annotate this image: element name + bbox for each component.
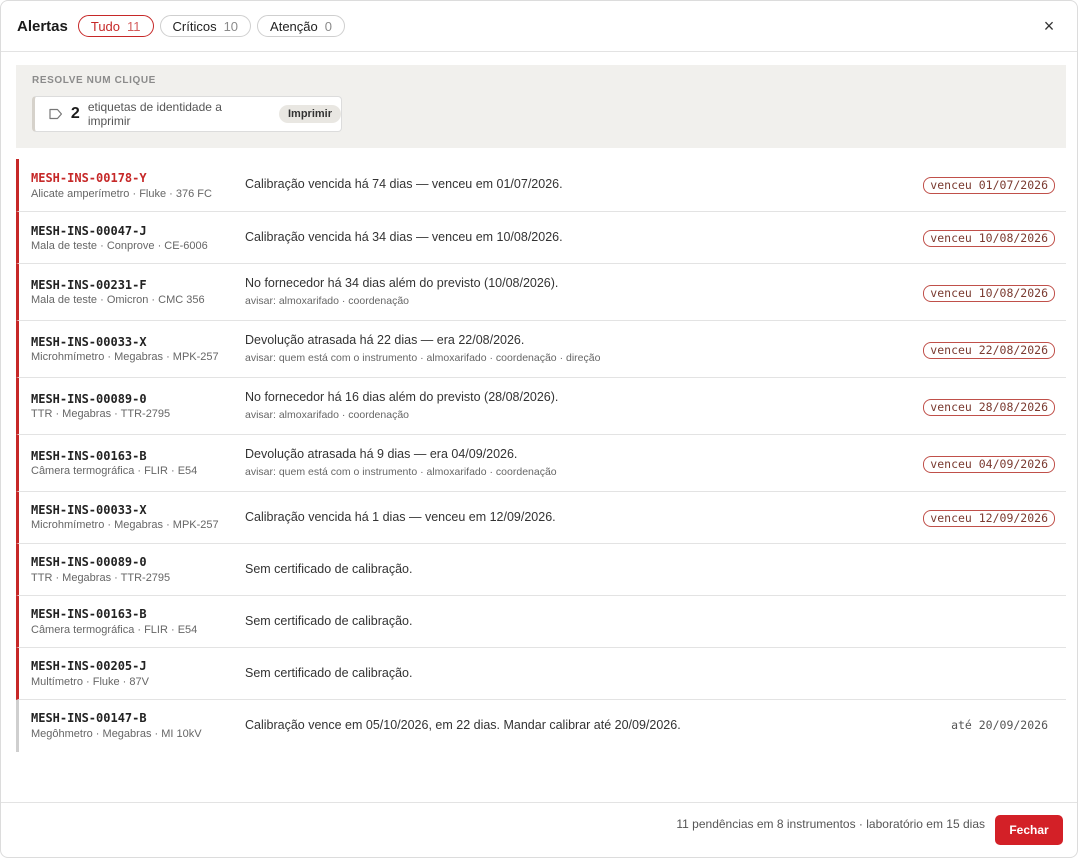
alert-row[interactable]: MESH-INS-00089-0 TTR · Megabras · TTR-27…: [16, 544, 1066, 596]
alerts-list: MESH-INS-00178-Y Alicate amperímetro · F…: [16, 159, 1066, 752]
alert-row[interactable]: MESH-INS-00163-B Câmera termográfica · F…: [16, 596, 1066, 648]
tag-icon: [49, 108, 63, 120]
alert-message: Devolução atrasada há 22 dias — era 22/0…: [245, 333, 525, 347]
alert-message: No fornecedor há 34 dias além do previst…: [245, 276, 559, 290]
instrument-details: Multímetro · Fluke · 87V: [31, 676, 149, 688]
notify-note: avisar: quem está com o instrumento · al…: [245, 352, 601, 364]
tab-criticos[interactable]: Críticos 10: [159, 15, 252, 37]
instrument-details: Alicate amperímetro · Fluke · 376 FC: [31, 188, 212, 200]
alert-message: Calibração vencida há 74 dias — venceu e…: [245, 177, 563, 191]
due-badge: venceu 10/08/2026: [923, 285, 1055, 302]
dialog-title: Alertas: [17, 17, 68, 35]
instrument-code[interactable]: MESH-INS-00163-B: [31, 607, 147, 621]
alert-row[interactable]: MESH-INS-00205-J Multímetro · Fluke · 87…: [16, 648, 1066, 700]
quick-actions-panel: RESOLVE NUM CLIQUE 2 etiquetas de identi…: [16, 65, 1066, 148]
labels-count: 2: [70, 105, 80, 122]
alert-row[interactable]: MESH-INS-00231-F Mala de teste · Omicron…: [16, 264, 1066, 321]
alert-message: Calibração vencida há 1 dias — venceu em…: [245, 510, 556, 524]
instrument-code[interactable]: MESH-INS-00033-X: [31, 335, 147, 349]
tab-tudo[interactable]: Tudo 11: [77, 15, 154, 37]
instrument-code[interactable]: MESH-INS-00178-Y: [31, 171, 147, 185]
tab-count: 0: [324, 18, 332, 34]
due-badge: venceu 04/09/2026: [923, 456, 1055, 473]
alert-message: Sem certificado de calibração.: [245, 666, 413, 680]
alert-row[interactable]: MESH-INS-00163-B Câmera termográfica · F…: [16, 435, 1066, 492]
tab-label: Críticos: [172, 18, 217, 34]
print-button[interactable]: Imprimir: [278, 105, 341, 123]
instrument-details: TTR · Megabras · TTR-2795: [31, 408, 171, 420]
print-labels-card: 2 etiquetas de identidade a imprimir Imp…: [32, 96, 342, 132]
instrument-details: TTR · Megabras · TTR-2795: [31, 572, 171, 584]
due-badge: venceu 28/08/2026: [923, 399, 1055, 416]
instrument-code[interactable]: MESH-INS-00231-F: [31, 278, 147, 292]
instrument-details: Microhmímetro · Megabras · MPK-257: [31, 351, 219, 363]
alert-message: Sem certificado de calibração.: [245, 562, 413, 576]
dialog-footer: 11 pendências em 8 instrumentos · labora…: [1, 802, 1077, 857]
footer-summary: 11 pendências em 8 instrumentos · labora…: [676, 817, 985, 831]
instrument-code[interactable]: MESH-INS-00163-B: [31, 449, 147, 463]
notify-note: avisar: almoxarifado · coordenação: [245, 409, 410, 421]
tab-count: 10: [223, 18, 239, 34]
alert-message: Calibração vence em 05/10/2026, em 22 di…: [245, 718, 681, 732]
instrument-code[interactable]: MESH-INS-00047-J: [31, 224, 147, 238]
alert-row[interactable]: MESH-INS-00147-B Megôhmetro · Megabras ·…: [16, 700, 1066, 752]
due-badge: venceu 22/08/2026: [923, 342, 1055, 359]
instrument-details: Câmera termográfica · FLIR · E54: [31, 465, 198, 477]
tab-atencao[interactable]: Atenção 0: [257, 15, 345, 37]
instrument-details: Câmera termográfica · FLIR · E54: [31, 624, 198, 636]
due-badge: venceu 12/09/2026: [923, 510, 1055, 527]
instrument-code[interactable]: MESH-INS-00205-J: [31, 659, 147, 673]
alert-row[interactable]: MESH-INS-00047-J Mala de teste · Conprov…: [16, 212, 1066, 264]
alert-message: Devolução atrasada há 9 dias — era 04/09…: [245, 447, 518, 461]
instrument-details: Megôhmetro · Megabras · MI 10kV: [31, 728, 202, 740]
tab-count: 11: [127, 18, 141, 34]
tab-label: Atenção: [270, 18, 318, 34]
alert-row[interactable]: MESH-INS-00033-X Microhmímetro · Megabra…: [16, 492, 1066, 544]
due-badge: venceu 01/07/2026: [923, 177, 1055, 194]
instrument-code[interactable]: MESH-INS-00147-B: [31, 711, 147, 725]
alert-row[interactable]: MESH-INS-00089-0 TTR · Megabras · TTR-27…: [16, 378, 1066, 435]
tab-label: Tudo: [90, 18, 121, 34]
notify-note: avisar: quem está com o instrumento · al…: [245, 466, 557, 478]
quick-actions-title: RESOLVE NUM CLIQUE: [32, 75, 156, 86]
alert-message: Sem certificado de calibração.: [245, 614, 413, 628]
instrument-details: Microhmímetro · Megabras · MPK-257: [31, 519, 219, 531]
instrument-details: Mala de teste · Conprove · CE-6006: [31, 240, 208, 252]
alert-message: No fornecedor há 16 dias além do previst…: [245, 390, 559, 404]
instrument-code[interactable]: MESH-INS-00089-0: [31, 555, 147, 569]
instrument-code[interactable]: MESH-INS-00089-0: [31, 392, 147, 406]
close-icon[interactable]: ×: [1039, 15, 1059, 37]
alert-row[interactable]: MESH-INS-00178-Y Alicate amperímetro · F…: [16, 159, 1066, 212]
alert-row[interactable]: MESH-INS-00033-X Microhmímetro · Megabra…: [16, 321, 1066, 378]
labels-text: etiquetas de identidade a imprimir: [87, 100, 222, 128]
alerts-dialog: Alertas Tudo 11 Críticos 10 Atenção 0 × …: [0, 0, 1078, 858]
due-badge: até 20/09/2026: [951, 718, 1048, 732]
alert-message: Calibração vencida há 34 dias — venceu e…: [245, 230, 563, 244]
close-button[interactable]: Fechar: [995, 815, 1063, 845]
dialog-header: Alertas Tudo 11 Críticos 10 Atenção 0 ×: [1, 1, 1077, 52]
instrument-details: Mala de teste · Omicron · CMC 356: [31, 294, 205, 306]
instrument-code[interactable]: MESH-INS-00033-X: [31, 503, 147, 517]
notify-note: avisar: almoxarifado · coordenação: [245, 295, 410, 307]
due-badge: venceu 10/08/2026: [923, 230, 1055, 247]
